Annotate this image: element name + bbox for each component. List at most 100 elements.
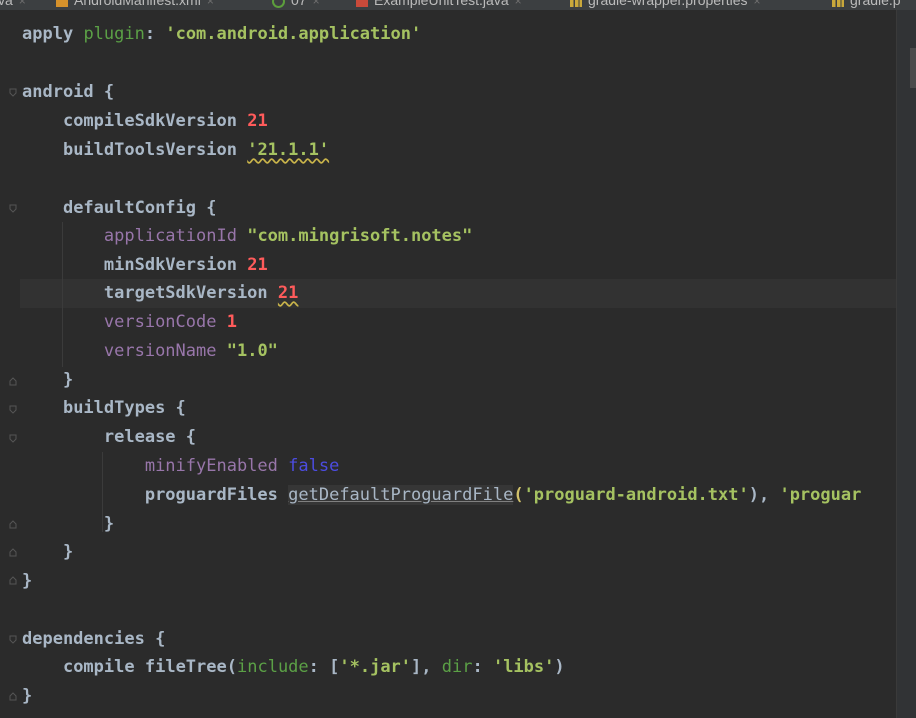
property-name: minSdkVersion [103,255,237,275]
property-name: targetSdkVersion [103,283,268,303]
property-name: proguardFiles [144,485,278,505]
code-line-15[interactable]: release { [22,423,196,452]
code-line-3[interactable]: android { [22,78,114,107]
method-call: fileTree [144,657,227,677]
string-literal: 'com.android.application' [165,24,422,44]
code-line-8[interactable]: applicationId "com.mingrisoft.notes" [22,222,472,251]
string-literal: 'libs' [492,657,555,677]
tab-gradle-properties[interactable]: gradle.p [832,0,901,10]
string-literal: '*.jar' [339,657,412,677]
code-line-5[interactable]: buildToolsVersion '21.1.1' [22,136,329,165]
method-call: getDefaultProguardFile [288,485,514,505]
number-literal: 21 [247,111,268,131]
fold-end-icon[interactable] [8,520,18,530]
fold-icon[interactable] [8,404,18,414]
number-literal: 1 [226,312,237,332]
fold-icon[interactable] [8,433,18,443]
property-name: compileSdkVersion [62,111,237,131]
brace: } [103,514,115,534]
tab-label: gradle.p [850,0,901,8]
brace: } [22,571,33,591]
code-line-7[interactable]: defaultConfig { [22,194,217,223]
boolean-literal: false [288,456,340,476]
fold-end-icon[interactable] [8,548,18,558]
block-name: defaultConfig [62,198,197,218]
vertical-scrollbar[interactable] [896,10,916,718]
code-line-14[interactable]: buildTypes { [22,394,186,423]
string-literal: '21.1.1' [247,140,330,160]
tab-label: 07 [291,0,307,8]
code-line-16[interactable]: minifyEnabled false [22,452,340,481]
close-icon[interactable]: × [754,0,761,8]
block-name: release [103,427,176,447]
string-literal: "com.mingrisoft.notes" [247,226,473,246]
punctuation: : [ [308,657,340,677]
number-literal: 21 [277,283,299,303]
fold-icon[interactable] [8,634,18,644]
punctuation: ], [411,657,442,677]
fold-end-icon[interactable] [8,692,18,702]
code-line-10[interactable]: targetSdkVersion 21 [22,279,299,308]
code-line-1[interactable]: apply plugin: 'com.android.application' [22,20,421,49]
named-argument: plugin [83,24,145,44]
punctuation: : [472,657,493,677]
xml-file-icon [56,0,68,8]
brace: } [22,686,33,706]
brace: { [196,198,217,218]
block-name: dependencies [22,629,145,649]
brace: { [144,629,166,649]
fold-icon[interactable] [8,87,18,97]
close-icon[interactable]: × [313,0,320,8]
close-icon[interactable]: × [207,0,214,8]
named-argument: include [237,657,309,677]
tab-android-manifest[interactable]: AndroidManifest.xml × [56,0,214,10]
fold-icon[interactable] [8,203,18,213]
brace: { [93,82,115,102]
keyword: compile [62,657,135,677]
paren: ( [226,657,237,677]
code-line-13[interactable]: } [22,366,73,395]
tab-example-unit-test[interactable]: ExampleUnitTest.java × [356,0,522,10]
code-line-11[interactable]: versionCode 1 [22,308,237,337]
block-name: buildTypes [62,398,166,418]
tab-gradle-wrapper-properties[interactable]: gradle-wrapper.properties × [570,0,761,10]
code-line-4[interactable]: compileSdkVersion 21 [22,107,268,136]
code-line-19[interactable]: } [22,538,73,567]
brace: } [62,542,74,562]
string-literal: "1.0" [226,341,278,361]
fold-end-icon[interactable] [8,377,18,387]
string-literal: 'proguard-android.txt' [523,485,749,505]
tab-label: AndroidManifest.xml [74,0,201,8]
string-literal: 'proguar [779,485,862,505]
property-name: minifyEnabled [144,456,278,476]
close-icon[interactable]: × [515,0,522,8]
block-name: android [22,82,94,102]
named-argument: dir [441,657,473,677]
code-line-17[interactable]: proguardFiles getDefaultProguardFile('pr… [22,481,861,510]
tab-java-file[interactable]: va × [0,0,26,10]
brace: { [175,427,197,447]
code-line-20[interactable]: } [22,567,32,596]
scrollbar-thumb[interactable] [910,48,916,88]
property-name: versionName [103,341,217,361]
editor-gutter [0,10,20,718]
tab-07[interactable]: 07 × [272,0,320,10]
property-name: buildToolsVersion [62,140,237,160]
property-name: versionCode [103,312,217,332]
code-line-9[interactable]: minSdkVersion 21 [22,251,268,280]
tab-label: va [0,0,13,8]
code-line-18[interactable]: } [22,510,114,539]
paren: ) [554,657,565,677]
properties-file-icon [570,0,582,8]
punctuation: : [144,24,166,44]
code-line-24[interactable]: } [22,682,32,711]
property-name: applicationId [103,226,237,246]
brace: { [165,398,186,418]
keyword: apply [22,24,74,44]
code-line-12[interactable]: versionName "1.0" [22,337,278,366]
punctuation: ), [748,485,780,505]
fold-end-icon[interactable] [8,576,18,586]
code-line-22[interactable]: dependencies { [22,625,165,654]
code-line-23[interactable]: compile fileTree(include: ['*.jar'], dir… [22,653,565,682]
close-icon[interactable]: × [19,0,26,8]
